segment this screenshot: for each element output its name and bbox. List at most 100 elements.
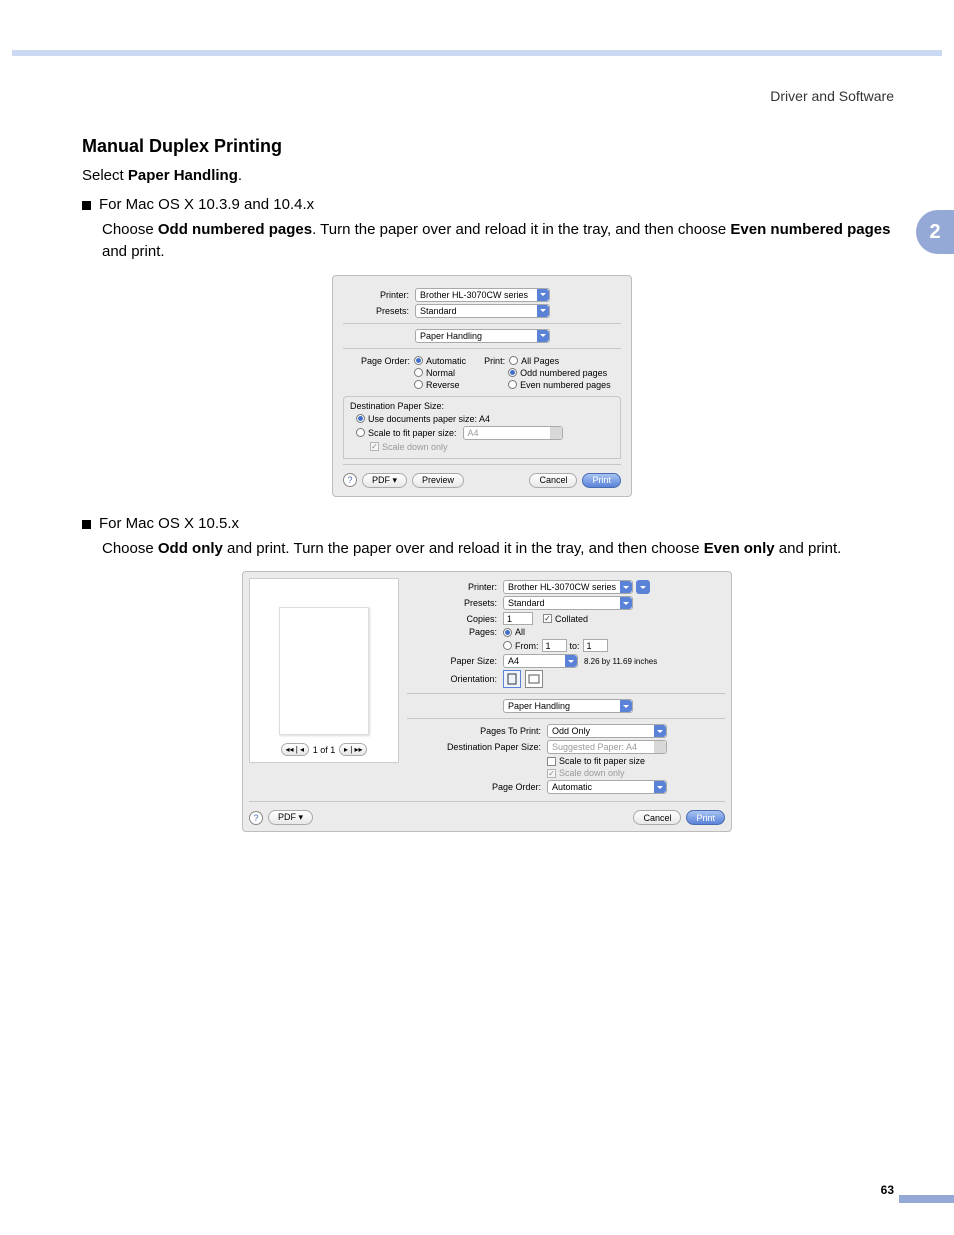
copies-label: Copies: — [407, 614, 503, 624]
pages-label: Pages: — [407, 627, 503, 637]
copies-value: 1 — [507, 614, 512, 624]
help-icon[interactable]: ? — [343, 473, 357, 487]
p1c: . Turn the paper over and reload it in t… — [312, 221, 730, 238]
papersize-dims: 8.26 by 11.69 inches — [584, 657, 657, 666]
printer-value: Brother HL-3070CW series — [420, 290, 528, 300]
radio-use-doc-size[interactable] — [356, 414, 365, 423]
radio-normal[interactable] — [414, 368, 423, 377]
preview-column: ◂◂ | ◂ 1 of 1 ▸ | ▸▸ — [249, 578, 399, 796]
p1e: and print. — [102, 243, 165, 260]
p2e: and print. — [775, 540, 842, 557]
dest-label: Destination Paper Size: — [350, 401, 614, 411]
dest-size-select[interactable]: Suggested Paper: A4 — [547, 740, 667, 754]
scale-down-checkbox[interactable] — [547, 769, 556, 778]
pane-value: Paper Handling — [420, 331, 482, 341]
divider — [249, 801, 725, 802]
preview-pane: ◂◂ | ◂ 1 of 1 ▸ | ▸▸ — [249, 578, 399, 763]
dropdown-icon — [537, 330, 549, 342]
orientation-label: Orientation: — [407, 674, 503, 684]
collated-label: Collated — [555, 614, 588, 624]
cancel-button[interactable]: Cancel — [529, 473, 577, 488]
destination-size-group: Destination Paper Size: Use documents pa… — [343, 396, 621, 459]
radio-odd-pages[interactable] — [508, 368, 517, 377]
select-bold: Paper Handling — [128, 167, 238, 184]
printer-select[interactable]: Brother HL-3070CW series — [503, 580, 633, 594]
orientation-portrait-button[interactable] — [503, 670, 521, 688]
pages-to-print-label: Pages To Print: — [407, 726, 547, 736]
bullet-2-text: For Mac OS X 10.5.x — [99, 515, 239, 532]
scale-down-label: Scale down only — [382, 442, 448, 452]
pages-to-print-select[interactable]: Odd Only — [547, 724, 667, 738]
page-title: Manual Duplex Printing — [82, 136, 894, 157]
radio-automatic[interactable] — [414, 356, 423, 365]
page-content: Manual Duplex Printing Select Paper Hand… — [82, 136, 894, 850]
scale-to-fit-checkbox[interactable] — [547, 757, 556, 766]
to-input[interactable]: 1 — [583, 639, 608, 652]
papersize-value: A4 — [508, 656, 519, 666]
screenshot-dialog-10-5: ◂◂ | ◂ 1 of 1 ▸ | ▸▸ Printer: Brother HL… — [242, 571, 732, 832]
scale-paper-select[interactable]: A4 — [463, 426, 563, 440]
pane-select[interactable]: Paper Handling — [503, 699, 633, 713]
nav-first-button[interactable]: ◂◂ | ◂ — [281, 743, 309, 756]
printer-info-button[interactable] — [636, 580, 650, 594]
radio-even-pages[interactable] — [508, 380, 517, 389]
pdf-button[interactable]: PDF ▾ — [362, 473, 407, 488]
select-prefix: Select — [82, 167, 128, 184]
dropdown-icon — [537, 305, 549, 317]
from-input[interactable]: 1 — [542, 639, 567, 652]
help-icon[interactable]: ? — [249, 811, 263, 825]
dropdown-icon — [654, 741, 666, 753]
printer-select[interactable]: Brother HL-3070CW series — [415, 288, 550, 302]
po-normal-label: Normal — [426, 368, 455, 378]
page-order-select[interactable]: Automatic — [547, 780, 667, 794]
presets-select[interactable]: Standard — [415, 304, 550, 318]
pages-from-label: From: — [515, 641, 539, 651]
print-button[interactable]: Print — [686, 810, 725, 825]
para-2: Choose Odd only and print. Turn the pape… — [102, 538, 894, 560]
p2c: and print. Turn the paper over and reloa… — [223, 540, 704, 557]
pane-select[interactable]: Paper Handling — [415, 329, 550, 343]
footer-accent-bar — [899, 1195, 954, 1203]
cancel-button[interactable]: Cancel — [633, 810, 681, 825]
pdf-button[interactable]: PDF ▾ — [268, 810, 313, 825]
dest-value: Suggested Paper: A4 — [552, 742, 637, 752]
radio-all-pages[interactable] — [509, 356, 518, 365]
nav-last-button[interactable]: ▸ | ▸▸ — [339, 743, 367, 756]
p1d: Even numbered pages — [730, 221, 890, 238]
preview-button[interactable]: Preview — [412, 473, 464, 488]
bullet-1: For Mac OS X 10.3.9 and 10.4.x — [82, 196, 894, 213]
dropdown-icon — [550, 427, 562, 439]
bullet-icon — [82, 520, 91, 529]
to-value: 1 — [587, 641, 592, 651]
orientation-landscape-button[interactable] — [525, 670, 543, 688]
papersize-select[interactable]: A4 — [503, 654, 578, 668]
scale-fit-label: Scale to fit paper size — [559, 756, 645, 766]
bullet-1-text: For Mac OS X 10.3.9 and 10.4.x — [99, 196, 314, 213]
radio-pages-all[interactable] — [503, 628, 512, 637]
print-group: Print: All Pages Odd numbered pages Even… — [484, 356, 611, 390]
presets-value: Standard — [508, 598, 545, 608]
collated-checkbox[interactable] — [543, 614, 552, 623]
checkbox-scale-down[interactable] — [370, 442, 379, 451]
radio-scale-fit[interactable] — [356, 428, 365, 437]
radio-pages-from[interactable] — [503, 641, 512, 650]
from-value: 1 — [546, 641, 551, 651]
radio-reverse[interactable] — [414, 380, 423, 389]
dropdown-icon — [620, 597, 632, 609]
preview-counter: 1 of 1 — [313, 745, 336, 755]
presets-select[interactable]: Standard — [503, 596, 633, 610]
pr-even-label: Even numbered pages — [520, 380, 611, 390]
page-thumbnail — [279, 607, 369, 735]
pages-to-label: to: — [570, 641, 580, 651]
copies-input[interactable]: 1 — [503, 612, 533, 625]
pages-to-print-value: Odd Only — [552, 726, 590, 736]
para-1: Choose Odd numbered pages. Turn the pape… — [102, 219, 894, 263]
po-reverse-label: Reverse — [426, 380, 460, 390]
p2d: Even only — [704, 540, 775, 557]
select-suffix: . — [238, 167, 242, 184]
dropdown-icon — [654, 781, 666, 793]
p2b: Odd only — [158, 540, 223, 557]
presets-label: Presets: — [343, 306, 415, 316]
divider — [407, 693, 725, 694]
print-button[interactable]: Print — [582, 473, 621, 488]
